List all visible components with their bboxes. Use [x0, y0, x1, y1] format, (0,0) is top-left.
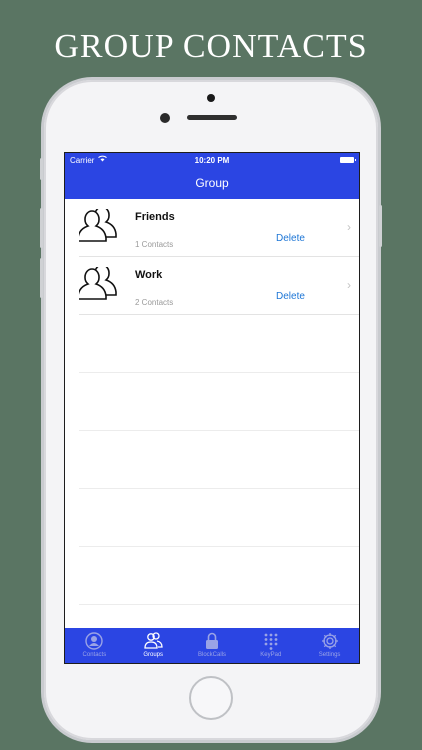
group-people-icon	[77, 206, 123, 247]
tab-blockcalls[interactable]: BlockCalls	[183, 628, 242, 663]
keypad-icon	[241, 631, 300, 651]
camera-dot	[207, 94, 215, 102]
chevron-right-icon: ›	[347, 278, 351, 292]
group-list: Friends 1 Contacts Delete › Work 2 Conta…	[65, 199, 359, 605]
status-bar: Carrier 10:20 PM	[65, 153, 359, 167]
group-people-icon	[77, 264, 123, 305]
group-row-work[interactable]: Work 2 Contacts Delete ›	[77, 257, 359, 315]
lock-icon	[183, 631, 242, 651]
tab-keypad[interactable]: KeyPad	[241, 628, 300, 663]
delete-button[interactable]: Delete	[276, 233, 305, 244]
tab-groups[interactable]: Groups	[124, 628, 183, 663]
home-button[interactable]	[189, 676, 233, 720]
person-circle-icon	[65, 631, 124, 651]
page-title: Group	[195, 176, 229, 190]
people-icon	[124, 631, 183, 651]
group-contact-count: 1 Contacts	[135, 240, 174, 249]
battery-icon	[340, 157, 356, 163]
front-camera	[160, 113, 170, 123]
status-time: 10:20 PM	[194, 156, 230, 165]
navigation-bar: Carrier 10:20 PM Group	[65, 153, 359, 199]
tab-label: KeyPad	[260, 652, 282, 658]
volume-up-button	[40, 208, 43, 248]
volume-down-button	[40, 258, 43, 298]
tab-contacts[interactable]: Contacts	[65, 628, 124, 663]
group-name: Work	[135, 269, 163, 281]
empty-row	[79, 373, 359, 431]
group-row-friends[interactable]: Friends 1 Contacts Delete ›	[77, 199, 359, 257]
banner-title: GROUP CONTACTS	[54, 28, 368, 65]
app-screen: Carrier 10:20 PM Group Friends 1 Contact…	[64, 152, 360, 664]
power-button	[379, 205, 382, 247]
earpiece-speaker	[187, 115, 237, 120]
group-contact-count: 2 Contacts	[135, 298, 174, 307]
group-name: Friends	[135, 211, 175, 223]
tab-settings[interactable]: Settings	[300, 628, 359, 663]
tab-label: Contacts	[82, 652, 107, 658]
phone-frame: Carrier 10:20 PM Group Friends 1 Contact…	[40, 80, 382, 740]
delete-button[interactable]: Delete	[276, 291, 305, 302]
tab-label: BlockCalls	[197, 652, 226, 658]
empty-row	[79, 431, 359, 489]
tab-label: Groups	[143, 652, 164, 658]
mute-switch	[40, 158, 43, 180]
tab-label: Settings	[318, 652, 341, 658]
tab-bar: Contacts Groups BlockCalls KeyPad Settin…	[65, 628, 359, 663]
empty-row	[79, 489, 359, 547]
empty-row	[79, 315, 359, 373]
gear-icon	[300, 631, 359, 651]
empty-row	[79, 547, 359, 605]
chevron-right-icon: ›	[347, 220, 351, 234]
